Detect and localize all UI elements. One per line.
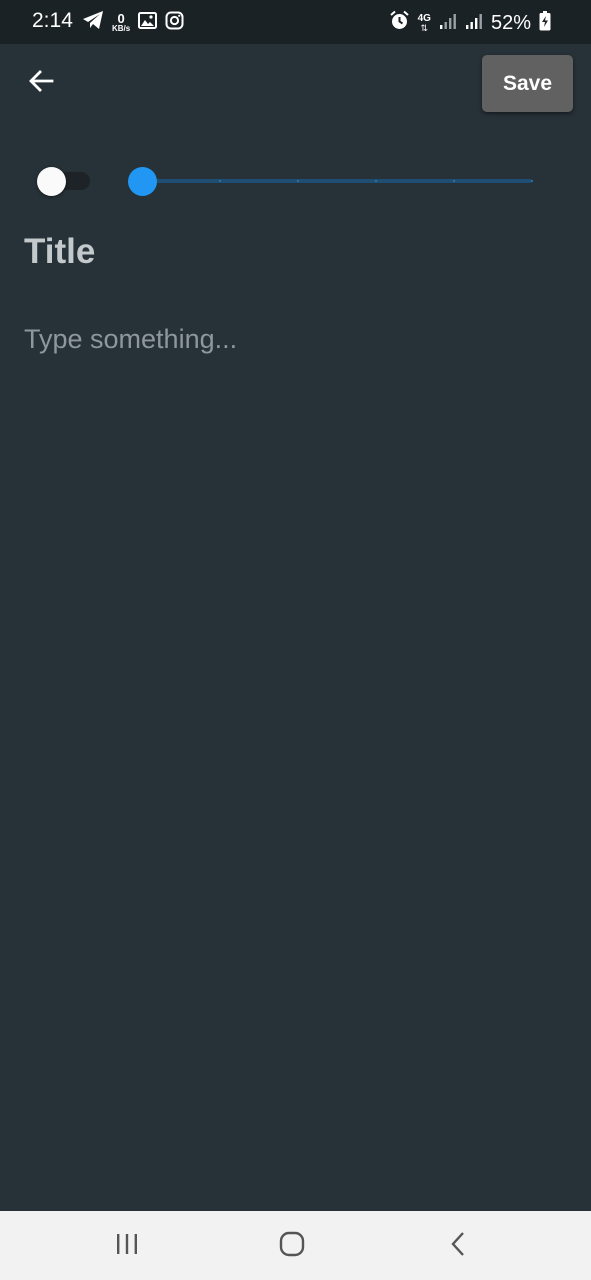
status-time: 2:14 <box>32 9 73 32</box>
slider-tick <box>297 180 299 182</box>
slider-tick <box>375 180 377 182</box>
instagram-icon <box>165 11 184 35</box>
title-input[interactable]: Title <box>24 232 95 272</box>
alarm-icon <box>389 10 410 36</box>
back-icon <box>450 1231 466 1262</box>
net-speed-indicator: 0 KB/s <box>112 12 130 33</box>
image-icon <box>138 11 158 34</box>
network-arrows: ⇅ <box>420 22 429 33</box>
signal-icon <box>465 12 483 35</box>
status-bar: 2:14 0 KB/s 4G ⇅ 52% <box>0 0 591 44</box>
body-input[interactable]: Type something... <box>24 324 237 355</box>
status-icons-left: 0 KB/s <box>82 10 184 35</box>
battery-charging-icon <box>539 10 551 36</box>
back-button[interactable] <box>22 64 60 102</box>
toggle-switch[interactable] <box>36 167 90 196</box>
arrow-back-icon <box>28 69 54 98</box>
status-icons-right: 4G ⇅ 52% <box>389 10 551 36</box>
slider[interactable] <box>124 164 538 198</box>
slider-tick <box>531 180 533 182</box>
telegram-icon <box>82 10 104 35</box>
net-speed-unit: KB/s <box>112 24 131 33</box>
slider-tick <box>453 180 455 182</box>
recent-apps-button[interactable] <box>107 1228 147 1264</box>
battery-percent: 52% <box>490 11 531 34</box>
home-icon <box>279 1231 305 1262</box>
home-button[interactable] <box>272 1228 312 1264</box>
toggle-thumb <box>37 167 66 196</box>
network-type-label: 4G <box>417 12 431 24</box>
slider-track <box>142 179 532 183</box>
network-type-indicator: 4G ⇅ <box>417 12 431 33</box>
slider-thumb[interactable] <box>127 167 157 196</box>
signal-icon <box>439 12 457 35</box>
save-button[interactable]: Save <box>482 55 573 112</box>
note-editor-screen: 2:14 0 KB/s 4G ⇅ 52% Save Title Type som… <box>0 0 591 1280</box>
system-nav-bar <box>0 1211 591 1280</box>
nav-back-button[interactable] <box>438 1228 478 1264</box>
recent-apps-icon <box>115 1233 139 1260</box>
slider-tick <box>219 180 221 182</box>
